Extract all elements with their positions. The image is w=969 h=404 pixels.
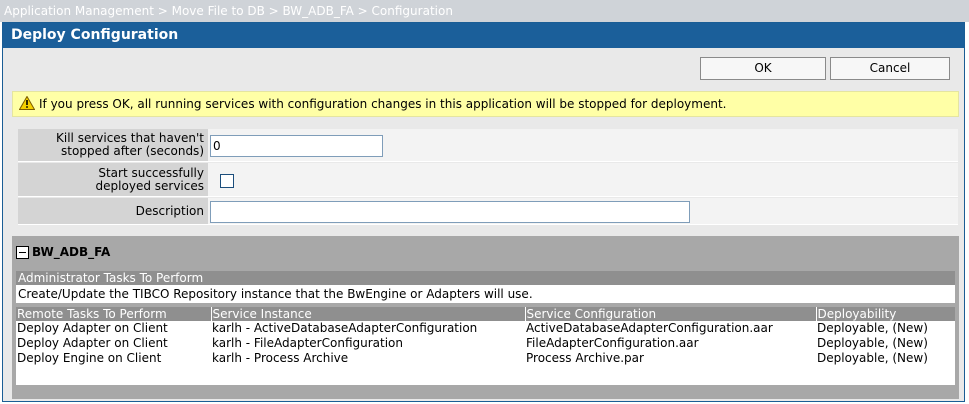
kill-label-line2: stopped after (seconds): [61, 144, 204, 158]
panel-title: Deploy Configuration: [3, 23, 964, 48]
start-label-line1: Start successfully: [98, 165, 204, 180]
deploy-configuration-panel: Deploy Configuration OK Cancel If you pr…: [2, 22, 965, 402]
start-services-label: Start successfully deployed services: [18, 163, 208, 196]
admin-tasks-header: Administrator Tasks To Perform: [16, 271, 955, 285]
breadcrumb: Application Management > Move File to DB…: [0, 0, 969, 22]
description-input[interactable]: [210, 201, 690, 223]
description-label-text: Description: [135, 203, 204, 218]
start-services-row: Start successfully deployed services: [18, 163, 958, 197]
warning-text: If you press OK, all running services wi…: [39, 97, 727, 111]
header-remote-tasks: Remote Tasks To Perform: [16, 307, 211, 321]
service-configuration-cell: Process Archive.par: [526, 351, 644, 365]
remote-header-row: Remote Tasks To Perform Service Instance…: [16, 307, 955, 321]
header-service-instance: Service Instance: [210, 307, 525, 321]
collapse-icon[interactable]: [16, 245, 29, 259]
service-instance-cell: karlh - FileAdapterConfiguration: [212, 336, 403, 350]
cancel-button[interactable]: Cancel: [830, 57, 950, 80]
deployability-cell: Deployable, (New): [817, 351, 928, 365]
description-label: Description: [18, 198, 208, 224]
table-row: Deploy Engine on Client karlh - Process …: [16, 351, 955, 366]
remote-tasks-panel: Remote Tasks To Perform Service Instance…: [16, 307, 955, 385]
start-services-checkbox[interactable]: [220, 174, 234, 188]
kill-services-row: Kill services that haven't stopped after…: [18, 129, 958, 162]
warning-triangle-icon: [18, 94, 36, 110]
start-label-line2: deployed services: [95, 178, 204, 193]
table-row: Deploy Adapter on Client karlh - FileAda…: [16, 336, 955, 351]
kill-services-label: Kill services that haven't stopped after…: [18, 129, 208, 161]
admin-tasks-panel: Administrator Tasks To Perform Create/Up…: [16, 271, 955, 303]
task-cell: Deploy Engine on Client: [17, 351, 162, 365]
application-section: BW_ADB_FA Administrator Tasks To Perform…: [12, 236, 959, 399]
service-instance-cell: karlh - ActiveDatabaseAdapterConfigurati…: [212, 321, 478, 335]
table-row: Deploy Adapter on Client karlh - ActiveD…: [16, 321, 955, 336]
ok-button[interactable]: OK: [700, 57, 826, 80]
service-configuration-cell: FileAdapterConfiguration.aar: [526, 336, 699, 350]
admin-task-row: Create/Update the TIBCO Repository insta…: [18, 287, 533, 301]
task-cell: Deploy Adapter on Client: [17, 336, 168, 350]
section-title: BW_ADB_FA: [32, 245, 111, 259]
kill-seconds-input[interactable]: [210, 135, 383, 157]
deployability-cell: Deployable, (New): [817, 321, 928, 335]
task-cell: Deploy Adapter on Client: [17, 321, 168, 335]
deployability-cell: Deployable, (New): [817, 336, 928, 350]
header-deployability: Deployability: [815, 307, 955, 321]
service-instance-cell: karlh - Process Archive: [212, 351, 349, 365]
section-header[interactable]: BW_ADB_FA: [12, 236, 959, 268]
service-configuration-cell: ActiveDatabaseAdapterConfiguration.aar: [526, 321, 773, 335]
description-row: Description: [18, 198, 958, 225]
header-service-configuration: Service Configuration: [524, 307, 816, 321]
remote-tasks-table: Remote Tasks To Perform Service Instance…: [16, 307, 955, 366]
warning-banner: If you press OK, all running services wi…: [12, 91, 959, 117]
